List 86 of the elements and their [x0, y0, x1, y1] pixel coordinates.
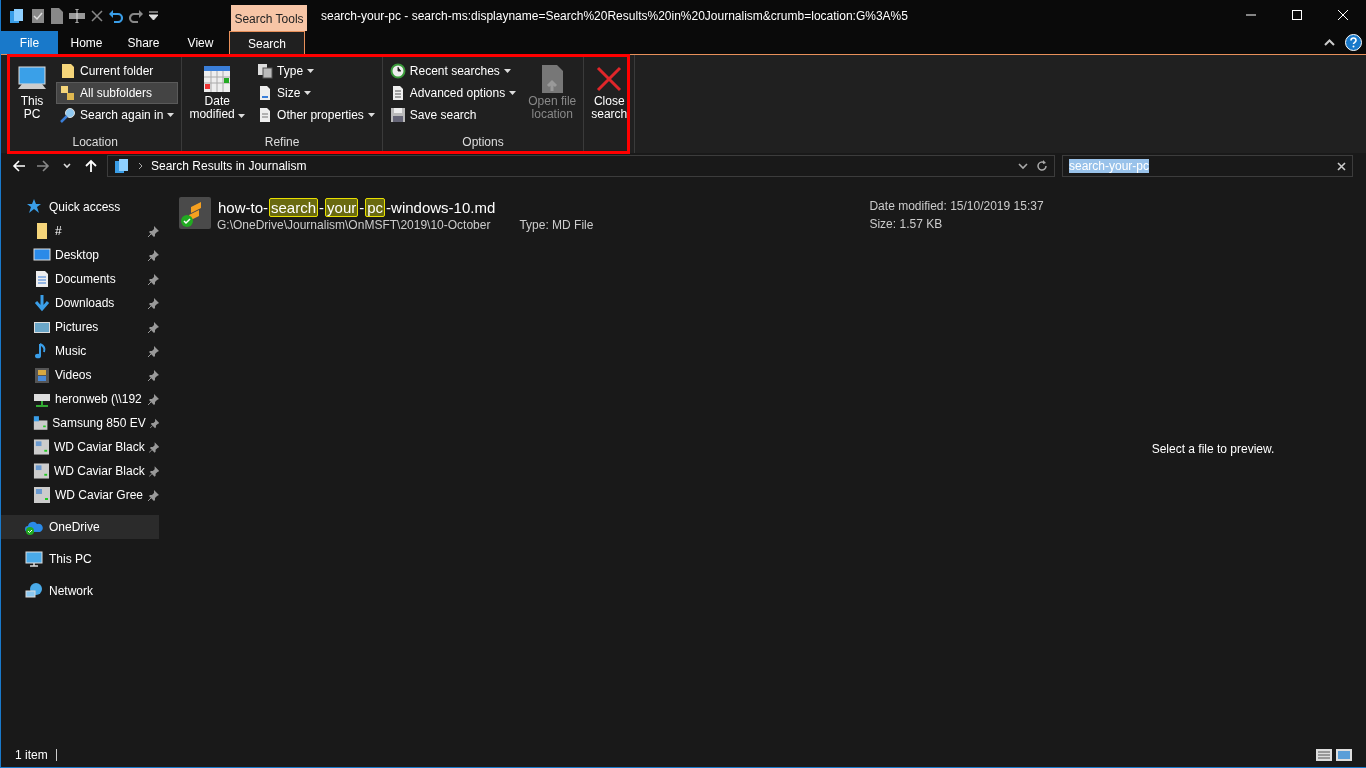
thumbnail-view-icon[interactable]: [1336, 748, 1352, 761]
nav-pane-item[interactable]: Videos: [1, 363, 159, 387]
ribbon-button[interactable]: Date modified: [185, 60, 250, 124]
nav-pane-item[interactable]: Downloads: [1, 291, 159, 315]
details-view-icon[interactable]: [1316, 748, 1332, 761]
search-match-highlight[interactable]: search: [269, 197, 319, 217]
ribbon-button[interactable]: All subfolders: [56, 82, 179, 104]
window-title: search-your-pc - search-ms:displayname=Search%20Results%20in%20Journalism&crumb=location:G%3A%5: [320, 8, 909, 25]
clock-icon: [389, 63, 406, 79]
ribbon-button[interactable]: Search again in: [56, 104, 179, 126]
forward-arrow-icon[interactable]: [36, 159, 50, 173]
undo-icon[interactable]: [109, 8, 123, 23]
nav-pane-item[interactable]: Quick access: [1, 195, 159, 219]
context-tab-label: Search Tools: [231, 5, 307, 31]
nav-pane-item[interactable]: #: [1, 219, 159, 243]
ribbon-button[interactable]: Save search: [385, 104, 521, 126]
ribbon-group-label: Location: [71, 135, 119, 152]
ribbon-tab[interactable]: Home: [58, 31, 115, 54]
ribbon-button[interactable]: Size: [253, 82, 379, 104]
date-modified: Date modified: 15/10/2019 15:37: [869, 199, 1044, 213]
nav-pane-item[interactable]: This PC: [1, 547, 159, 571]
folder-icon: [60, 63, 76, 79]
ribbon-tab[interactable]: Share: [115, 31, 172, 54]
file-size: Size: 1.57 KB: [869, 217, 944, 231]
refresh-icon[interactable]: [1036, 160, 1048, 172]
ribbon-group-label: Refine: [263, 135, 301, 152]
address-bar[interactable]: Search Results in Journalism: [107, 155, 1055, 177]
document-icon: [33, 270, 51, 288]
nav-pane-item[interactable]: WD Caviar Black: [1, 459, 159, 483]
chevron-down-icon[interactable]: [1018, 162, 1028, 170]
clear-icon[interactable]: [1337, 161, 1346, 171]
drive-icon: [33, 414, 49, 432]
nav-pane-item[interactable]: OneDrive: [1, 515, 159, 539]
monitor-icon: [25, 550, 43, 568]
nav-pane-item[interactable]: Music: [1, 339, 159, 363]
chevron-up-icon[interactable]: [1324, 39, 1335, 46]
up-arrow-icon[interactable]: [84, 159, 98, 173]
nav-pane-item[interactable]: WD Caviar Black: [1, 435, 159, 459]
drive-icon: [33, 462, 50, 480]
folder-window-icon: [114, 158, 130, 174]
ribbon-tab[interactable]: Search: [229, 31, 305, 55]
chevron-right-icon: [138, 162, 143, 170]
search-match-highlight[interactable]: pc: [365, 197, 386, 217]
star-icon: [25, 198, 43, 216]
nav-pane-item[interactable]: Pictures: [1, 315, 159, 339]
search-match-highlight[interactable]: your: [325, 197, 359, 217]
preview-message: Select a file to preview.: [1151, 441, 1275, 456]
ribbon-group-label: Options: [461, 135, 505, 152]
breadcrumb-item[interactable]: Search Results in Journalism: [151, 159, 307, 173]
ribbon-button[interactable]: Other properties: [253, 104, 379, 126]
folders-icon: [60, 85, 76, 101]
file-name-text[interactable]: how-to-: [217, 197, 270, 217]
redo-icon[interactable]: [129, 8, 143, 23]
ribbon-button[interactable]: Type: [253, 60, 379, 82]
drive-icon: [33, 486, 51, 504]
ribbon-button[interactable]: Recent searches: [385, 60, 521, 82]
close-x-icon[interactable]: [91, 9, 103, 22]
file-name-text[interactable]: -: [358, 197, 366, 217]
back-arrow-icon[interactable]: [12, 159, 26, 173]
dropdown-icon[interactable]: [149, 11, 158, 20]
ribbon-tab[interactable]: File: [1, 31, 58, 54]
file-name-text[interactable]: -windows-10.md: [385, 197, 497, 217]
desktop-icon: [33, 246, 51, 264]
checklist-icon[interactable]: [31, 7, 45, 24]
ribbon-button[interactable]: Current folder: [56, 60, 179, 82]
nav-pane-item[interactable]: Samsung 850 EV: [1, 411, 159, 435]
item-count: 1 item: [15, 748, 57, 761]
document-icon[interactable]: [51, 7, 63, 24]
ribbon-button[interactable]: Advanced options: [385, 82, 521, 104]
magnifier-icon: [60, 107, 76, 123]
file-type: Type: MD File: [519, 218, 594, 232]
file-name-text[interactable]: -: [318, 197, 326, 217]
nav-pane-item[interactable]: Network: [1, 579, 159, 603]
download-arrow-icon: [33, 294, 51, 312]
nav-pane-item[interactable]: heronweb (\\192: [1, 387, 159, 411]
file-path: G:\OneDrive\Journalism\OnMSFT\2019\10-October: [217, 218, 491, 232]
ribbon-button[interactable]: Close search: [587, 60, 632, 124]
drive-icon: [33, 438, 50, 456]
folder-window-icon: [9, 7, 25, 24]
help-icon[interactable]: [1345, 34, 1362, 51]
ribbon-tab[interactable]: View: [172, 31, 229, 54]
ribbon-button[interactable]: This PC: [12, 60, 52, 124]
film-icon: [33, 366, 51, 384]
nav-pane-item[interactable]: WD Caviar Gree: [1, 483, 159, 507]
nav-pane-item[interactable]: Desktop: [1, 243, 159, 267]
nav-pane-item[interactable]: Documents: [1, 267, 159, 291]
